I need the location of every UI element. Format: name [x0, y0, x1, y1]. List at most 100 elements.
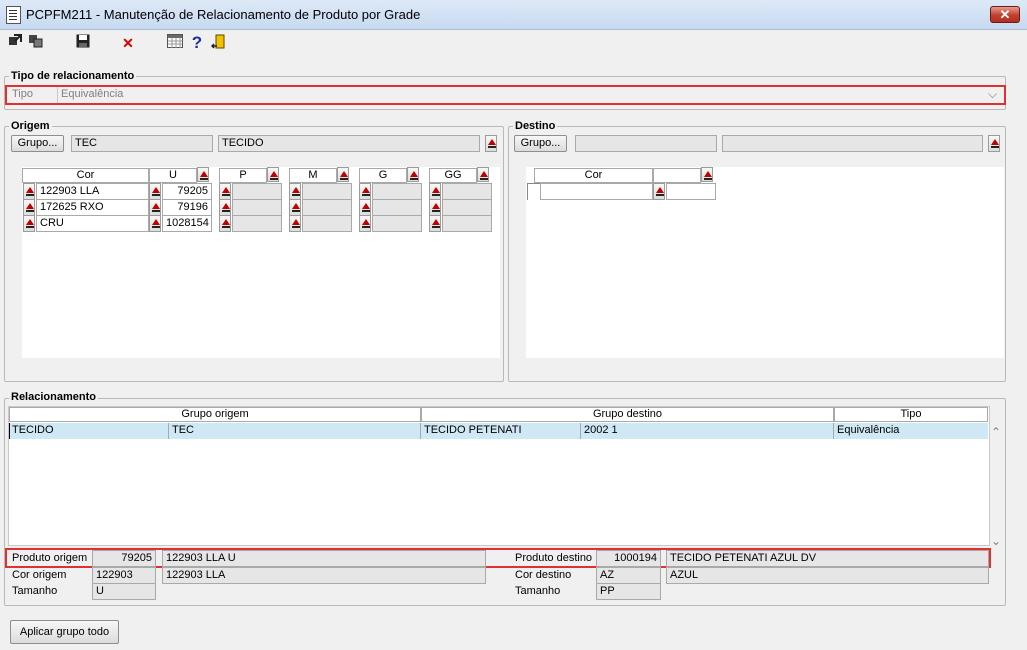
tamanho-destino: PP	[596, 583, 661, 600]
origem-col-u-button[interactable]	[197, 167, 209, 182]
calendar-icon[interactable]	[166, 34, 184, 52]
produto-origem-code: 79205	[92, 550, 156, 567]
cor-destino-desc: AZUL	[666, 567, 989, 584]
origem-col-m-button[interactable]	[337, 167, 349, 182]
tipo-label: Tipo	[12, 88, 33, 100]
origem-row-cor[interactable]: CRU	[36, 215, 149, 232]
destino-grupo-button[interactable]: Grupo...	[514, 135, 567, 152]
origem-col-p: P	[219, 168, 267, 183]
origem-lookup-button[interactable]	[485, 135, 497, 152]
origem-row-button[interactable]	[289, 183, 301, 200]
destino-row-marker	[527, 183, 541, 200]
origem-row-gg	[442, 183, 492, 200]
origem-row-p	[232, 199, 282, 216]
origem-row-p	[232, 183, 282, 200]
destino-col-button[interactable]	[701, 167, 713, 182]
cor-destino-code: AZ	[596, 567, 661, 584]
delete-icon[interactable]: ✕	[119, 34, 137, 52]
origem-row-button[interactable]	[359, 199, 371, 216]
origem-row-button[interactable]	[429, 183, 441, 200]
destino-row-u[interactable]	[666, 183, 716, 200]
row-tipo: Equivalência	[837, 424, 900, 436]
origem-row-u[interactable]: 79205	[162, 183, 212, 200]
origem-row-button[interactable]	[289, 199, 301, 216]
origem-grupo-button[interactable]: Grupo...	[11, 135, 64, 152]
copy-icon[interactable]	[27, 34, 45, 52]
origem-row-button[interactable]	[429, 215, 441, 232]
cor-origem-desc: 122903 LLA	[162, 567, 486, 584]
scroll-up-icon[interactable]: ⌃	[991, 425, 1001, 439]
origem-row-button[interactable]	[23, 215, 35, 232]
origem-row-u[interactable]: 1028154	[162, 215, 212, 232]
help-icon[interactable]: ?	[188, 34, 206, 52]
save-icon[interactable]	[74, 34, 92, 52]
destino-row-cor[interactable]	[540, 183, 653, 200]
origem-row-button[interactable]	[219, 215, 231, 232]
row-dest-name: TECIDO PETENATI	[421, 423, 581, 439]
cor-origem-label: Cor origem	[12, 569, 67, 581]
origem-col-gg: GG	[429, 168, 477, 183]
col-grupo-origem[interactable]: Grupo origem	[9, 407, 421, 422]
origem-row-button[interactable]	[289, 215, 301, 232]
col-tipo[interactable]: Tipo	[834, 407, 988, 422]
origem-row-button[interactable]	[219, 199, 231, 216]
row-orig-code: TEC	[169, 423, 421, 439]
exit-icon[interactable]	[210, 34, 228, 52]
destino-col-cor: Cor	[534, 168, 653, 183]
cor-destino-label: Cor destino	[515, 569, 572, 581]
scroll-down-icon[interactable]: ⌄	[991, 534, 1001, 548]
produto-destino-code: 1000194	[596, 550, 661, 567]
produto-destino-desc: TECIDO PETENATI AZUL DV	[666, 550, 989, 567]
row-orig-name[interactable]: TECIDO	[9, 423, 169, 439]
close-button[interactable]: ✕	[990, 6, 1020, 23]
origem-row-button[interactable]	[149, 215, 161, 232]
tamanho-destino-label: Tamanho	[515, 585, 561, 597]
chevron-down-icon[interactable]: ⌵	[988, 87, 997, 102]
origem-row-button[interactable]	[219, 183, 231, 200]
produto-destino-label: Produto destino	[515, 552, 593, 564]
export-icon[interactable]	[6, 34, 24, 52]
origem-col-g-button[interactable]	[407, 167, 419, 182]
window-title: PCPFM211 - Manutenção de Relacionamento …	[26, 7, 421, 22]
origem-grupo-code: TEC	[71, 135, 213, 152]
origem-row-cor[interactable]: 172625 RXO	[36, 199, 149, 216]
origem-row-p	[232, 215, 282, 232]
origem-row-cor[interactable]: 122903 LLA	[36, 183, 149, 200]
produto-origem-desc: 122903 LLA U	[162, 550, 486, 567]
origem-row-gg	[442, 199, 492, 216]
destino-grupo-name	[722, 135, 983, 152]
origem-row-m	[302, 215, 352, 232]
origem-row-button[interactable]	[23, 183, 35, 200]
toolbar: ✕ ?	[0, 30, 1027, 56]
origem-row-button[interactable]	[359, 183, 371, 200]
origem-row-button[interactable]	[23, 199, 35, 216]
origem-col-gg-button[interactable]	[477, 167, 489, 182]
destino-col-u	[653, 168, 701, 183]
col-grupo-destino[interactable]: Grupo destino	[421, 407, 834, 422]
produto-origem-label: Produto origem	[12, 552, 88, 564]
origem-row-button[interactable]	[149, 183, 161, 200]
origem-col-u: U	[149, 168, 197, 183]
destino-grupo-code	[575, 135, 717, 152]
cor-origem-code: 122903	[92, 567, 156, 584]
destino-lookup-button[interactable]	[988, 135, 1000, 152]
origem-row-m	[302, 183, 352, 200]
tamanho-origem-label: Tamanho	[12, 585, 58, 597]
origem-legend: Origem	[9, 120, 52, 132]
title-bar: PCPFM211 - Manutenção de Relacionamento …	[0, 0, 1027, 30]
destino-row-button[interactable]	[653, 183, 665, 200]
row-dest-code: 2002 1	[581, 423, 834, 439]
origem-grupo-name: TECIDO	[218, 135, 480, 152]
tamanho-origem: U	[92, 583, 156, 600]
aplicar-grupo-todo-button[interactable]: Aplicar grupo todo	[10, 620, 119, 644]
tipo-select[interactable]: Equivalência ⌵	[57, 87, 1003, 103]
origem-row-button[interactable]	[149, 199, 161, 216]
table-row[interactable]: TECIDO TEC TECIDO PETENATI 2002 1 Equiva…	[9, 423, 988, 439]
origem-col-p-button[interactable]	[267, 167, 279, 182]
origem-row-u[interactable]: 79196	[162, 199, 212, 216]
origem-row-g	[372, 215, 422, 232]
origem-row-button[interactable]	[359, 215, 371, 232]
origem-row-g	[372, 199, 422, 216]
origem-row-button[interactable]	[429, 199, 441, 216]
origem-col-cor: Cor	[22, 168, 149, 183]
